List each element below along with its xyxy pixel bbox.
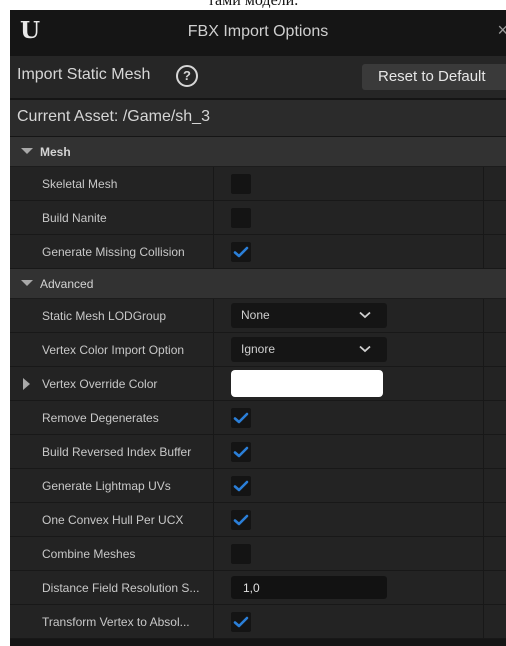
checkmark-icon [233, 480, 249, 492]
row-combine-meshes: Combine Meshes [10, 537, 506, 571]
property-label: Vertex Override Color [42, 377, 158, 391]
row-build-nanite: Build Nanite [10, 201, 506, 235]
combine-meshes-checkbox[interactable] [231, 544, 251, 564]
checkmark-icon [233, 616, 249, 628]
help-icon[interactable]: ? [176, 65, 198, 87]
chevron-down-icon [21, 280, 33, 286]
current-asset-path: Current Asset: /Game/sh_3 [17, 108, 210, 125]
import-type-label: Import Static Mesh [17, 66, 151, 83]
row-generate-lightmap-uvs: Generate Lightmap UVs [10, 469, 506, 503]
close-icon[interactable]: × [497, 20, 506, 41]
section-advanced[interactable]: Advanced [10, 269, 506, 299]
row-one-convex-hull-per-ucx: One Convex Hull Per UCX [10, 503, 506, 537]
checkmark-icon [233, 412, 249, 424]
vertex-override-color-swatch[interactable] [231, 370, 383, 397]
distance-field-resolution-input[interactable]: 1,0 [231, 576, 387, 599]
generate-lightmap-uvs-checkbox[interactable] [231, 476, 251, 496]
dropdown-value: None [241, 308, 270, 322]
property-label: Combine Meshes [42, 547, 136, 561]
current-asset-bar: Current Asset: /Game/sh_3 [10, 100, 506, 136]
vertex-color-import-dropdown[interactable]: Ignore [231, 337, 387, 362]
section-label: Mesh [40, 145, 71, 159]
section-mesh[interactable]: Mesh [10, 137, 506, 167]
checkmark-icon [233, 246, 249, 258]
row-remove-degenerates: Remove Degenerates [10, 401, 506, 435]
transform-vertex-checkbox[interactable] [231, 612, 251, 632]
details-panel: Mesh Skeletal Mesh Build Nanite Generate… [10, 137, 506, 639]
property-label: Build Nanite [42, 211, 107, 225]
title-bar[interactable]: U FBX Import Options × [10, 10, 506, 54]
chevron-down-icon [359, 311, 371, 319]
property-label: Generate Lightmap UVs [42, 479, 171, 493]
section-label: Advanced [40, 277, 94, 291]
chevron-down-icon [21, 148, 33, 154]
row-vertex-override-color: Vertex Override Color [10, 367, 506, 401]
row-static-mesh-lodgroup: Static Mesh LODGroup None [10, 299, 506, 333]
expand-arrow-icon[interactable] [23, 378, 30, 390]
property-label: Generate Missing Collision [42, 245, 185, 259]
fbx-import-dialog: U FBX Import Options × Import Static Mes… [10, 10, 506, 646]
build-nanite-checkbox[interactable] [231, 208, 251, 228]
dropdown-value: Ignore [241, 342, 276, 356]
property-label: Static Mesh LODGroup [42, 309, 167, 323]
one-convex-hull-checkbox[interactable] [231, 510, 251, 530]
property-label: Vertex Color Import Option [42, 343, 185, 357]
property-label: Build Reversed Index Buffer [42, 445, 192, 459]
row-generate-missing-collision: Generate Missing Collision [10, 235, 506, 269]
background-caption: тами модели. [207, 0, 299, 9]
skeletal-mesh-checkbox[interactable] [231, 174, 251, 194]
row-skeletal-mesh: Skeletal Mesh [10, 167, 506, 201]
window-title: FBX Import Options [187, 23, 329, 40]
chevron-down-icon [359, 345, 371, 353]
reset-to-default-button[interactable]: Reset to Default [362, 64, 506, 90]
row-transform-vertex-to-absolute: Transform Vertex to Absol... [10, 605, 506, 639]
generate-missing-collision-checkbox[interactable] [231, 242, 251, 262]
import-options-bar: Import Static Mesh ? Reset to Default [10, 56, 506, 98]
property-label: Distance Field Resolution S... [42, 581, 200, 595]
lodgroup-dropdown[interactable]: None [231, 303, 387, 328]
checkmark-icon [233, 514, 249, 526]
row-build-reversed-index-buffer: Build Reversed Index Buffer [10, 435, 506, 469]
row-distance-field-resolution: Distance Field Resolution S... 1,0 [10, 571, 506, 605]
build-reversed-index-checkbox[interactable] [231, 442, 251, 462]
property-label: One Convex Hull Per UCX [42, 513, 184, 527]
input-value: 1,0 [243, 581, 260, 595]
checkmark-icon [233, 446, 249, 458]
property-label: Skeletal Mesh [42, 177, 118, 191]
row-vertex-color-import-option: Vertex Color Import Option Ignore [10, 333, 506, 367]
remove-degenerates-checkbox[interactable] [231, 408, 251, 428]
property-label: Transform Vertex to Absol... [42, 615, 190, 629]
property-label: Remove Degenerates [42, 411, 159, 425]
